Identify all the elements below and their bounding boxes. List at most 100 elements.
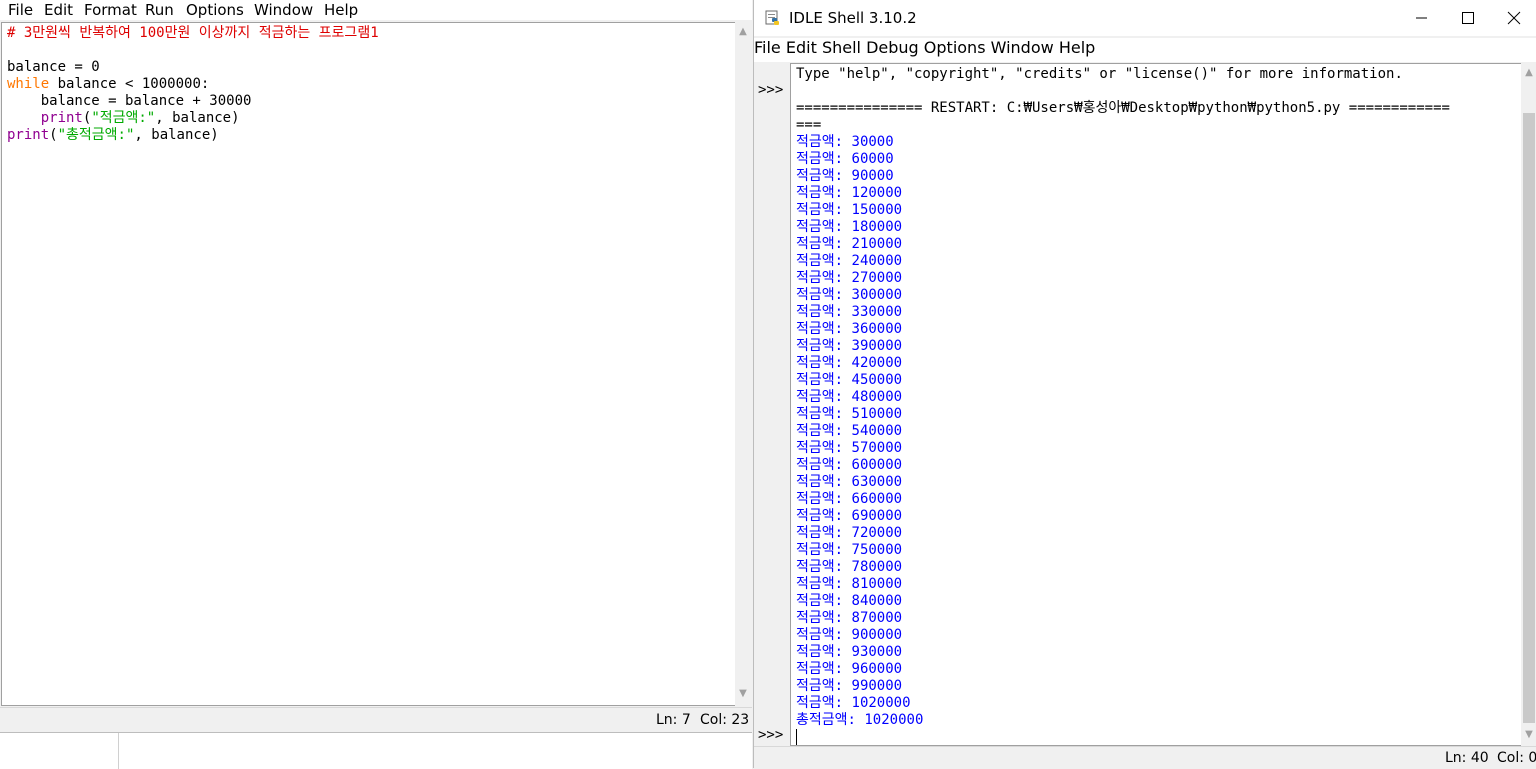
shell-menu-shell[interactable]: Shell: [822, 38, 861, 57]
output-label: 적금액:: [796, 185, 844, 201]
output-label: 적금액:: [796, 542, 844, 558]
output-label: 적금액:: [796, 576, 844, 592]
scroll-up-arrow-icon[interactable]: ▲: [1521, 65, 1536, 81]
shell-text-area[interactable]: Type "help", "copyright", "credits" or "…: [790, 63, 1522, 746]
shell-output-line: 적금액: 540000: [796, 423, 902, 439]
output-value: 840000: [851, 593, 903, 609]
code-paren-total: (: [49, 127, 58, 143]
close-button[interactable]: [1491, 0, 1536, 36]
shell-output-line: 적금액: 570000: [796, 440, 902, 456]
shell-info-line: Type "help", "copyright", "credits" or "…: [796, 66, 1403, 82]
shell-menu-help[interactable]: Help: [1059, 38, 1095, 57]
output-label: 적금액:: [796, 661, 844, 677]
shell-total-line: 총적금액: 1020000: [796, 712, 924, 728]
output-label: 적금액:: [796, 355, 844, 371]
string-literal-total: "총적금액:": [57, 127, 135, 143]
editor-vertical-scrollbar[interactable]: ▲ ▼: [735, 22, 751, 706]
output-label: 적금액:: [796, 304, 844, 320]
output-value: 480000: [851, 389, 903, 405]
shell-output-line: 적금액: 690000: [796, 508, 902, 524]
code-block: # 3만원씩 반복하여 100만원 이상까지 적금하는 프로그램1 balanc…: [7, 25, 379, 144]
output-value: 900000: [851, 627, 903, 643]
shell-menu-window[interactable]: Window: [991, 38, 1054, 57]
python-app-icon: [765, 10, 779, 25]
output-label: 적금액:: [796, 695, 844, 711]
editor-menu-help[interactable]: Help: [324, 0, 358, 20]
output-value: 930000: [851, 644, 903, 660]
shell-prompt-top: >>>: [758, 82, 784, 98]
maximize-button[interactable]: [1445, 0, 1491, 36]
editor-menu-run[interactable]: Run: [145, 0, 174, 20]
output-value: 600000: [851, 457, 903, 473]
shell-output-line: 적금액: 330000: [796, 304, 902, 320]
code-line-increment: balance = balance + 30000: [7, 93, 252, 109]
shell-menu-debug[interactable]: Debug: [866, 38, 919, 57]
editor-menu-format[interactable]: Format: [84, 0, 137, 20]
string-literal: "적금액:": [91, 110, 156, 126]
editor-status-col: Col: 23: [700, 712, 750, 728]
code-line-comment: # 3만원씩 반복하여 100만원 이상까지 적금하는 프로그램1: [7, 25, 379, 41]
output-value: 810000: [851, 576, 903, 592]
shell-output-line: 적금액: 420000: [796, 355, 902, 371]
output-value: 270000: [851, 270, 903, 286]
output-value: 990000: [851, 678, 903, 694]
output-label: 적금액:: [796, 440, 844, 456]
output-label: 적금액:: [796, 423, 844, 439]
output-value: 150000: [851, 202, 903, 218]
output-label: 적금액:: [796, 491, 844, 507]
shell-restart-cont: ===: [796, 117, 822, 133]
shell-output-line: 적금액: 780000: [796, 559, 902, 575]
editor-menubar: File Edit Format Run Options Window Help: [0, 0, 752, 20]
code-line-assign: balance = 0: [7, 59, 100, 75]
shell-output-line: 적금액: 390000: [796, 338, 902, 354]
output-value: 1020000: [851, 695, 911, 711]
shell-output-line: 적금액: 450000: [796, 372, 902, 388]
shell-window-title: IDLE Shell 3.10.2: [789, 9, 917, 27]
editor-menu-edit[interactable]: Edit: [44, 0, 73, 20]
editor-menu-window[interactable]: Window: [254, 0, 313, 20]
output-label: 적금액:: [796, 134, 844, 150]
output-label: 적금액:: [796, 559, 844, 575]
shell-output-line: 적금액: 750000: [796, 542, 902, 558]
output-label: 적금액:: [796, 287, 844, 303]
shell-vertical-scrollbar[interactable]: ▲ ▼: [1521, 63, 1536, 746]
output-label: 적금액:: [796, 253, 844, 269]
output-label: 적금액:: [796, 627, 844, 643]
output-label: 적금액:: [796, 270, 844, 286]
editor-window: File Edit Format Run Options Window Help…: [0, 0, 752, 769]
editor-menu-file[interactable]: File: [8, 0, 33, 20]
shell-output-line: 적금액: 360000: [796, 321, 902, 337]
shell-prompt-gutter: >>> >>>: [754, 63, 790, 745]
shell-output-line: 적금액: 300000: [796, 287, 902, 303]
output-label: 적금액:: [796, 525, 844, 541]
shell-titlebar[interactable]: IDLE Shell 3.10.2: [754, 0, 1536, 36]
output-label: 적금액:: [796, 168, 844, 184]
scroll-up-arrow-icon[interactable]: ▲: [735, 24, 751, 40]
scroll-down-arrow-icon[interactable]: ▼: [735, 686, 751, 702]
output-value: 330000: [851, 304, 903, 320]
maximize-icon: [1462, 12, 1474, 24]
output-value: 960000: [851, 661, 903, 677]
shell-output-line: 적금액: 930000: [796, 644, 902, 660]
shell-menubar: File Edit Shell Debug Options Window Hel…: [754, 38, 1536, 62]
shell-menu-edit[interactable]: Edit: [786, 38, 817, 57]
minimize-button[interactable]: [1399, 0, 1445, 36]
shell-menu-file[interactable]: File: [754, 38, 781, 57]
output-value: 180000: [851, 219, 903, 235]
editor-text-area[interactable]: # 3만원씩 반복하여 100만원 이상까지 적금하는 프로그램1 balanc…: [1, 22, 736, 706]
editor-menu-options[interactable]: Options: [186, 0, 244, 20]
shell-status-bar: Ln: 40 Col: 0: [754, 746, 1536, 769]
output-label: 적금액:: [796, 644, 844, 660]
background-window-strip: [0, 732, 752, 769]
output-value: 60000: [851, 151, 894, 167]
shell-output-line: 적금액: 1020000: [796, 695, 911, 711]
shell-output-line: 적금액: 630000: [796, 474, 902, 490]
output-label: 적금액:: [796, 236, 844, 252]
scrollbar-thumb[interactable]: [1523, 113, 1535, 723]
shell-output-line: 적금액: 840000: [796, 593, 902, 609]
code-args: , balance): [155, 110, 240, 126]
shell-menu-options[interactable]: Options: [924, 38, 986, 57]
output-label: 적금액:: [796, 389, 844, 405]
scroll-down-arrow-icon[interactable]: ▼: [1521, 727, 1536, 743]
shell-output-line: 적금액: 210000: [796, 236, 902, 252]
